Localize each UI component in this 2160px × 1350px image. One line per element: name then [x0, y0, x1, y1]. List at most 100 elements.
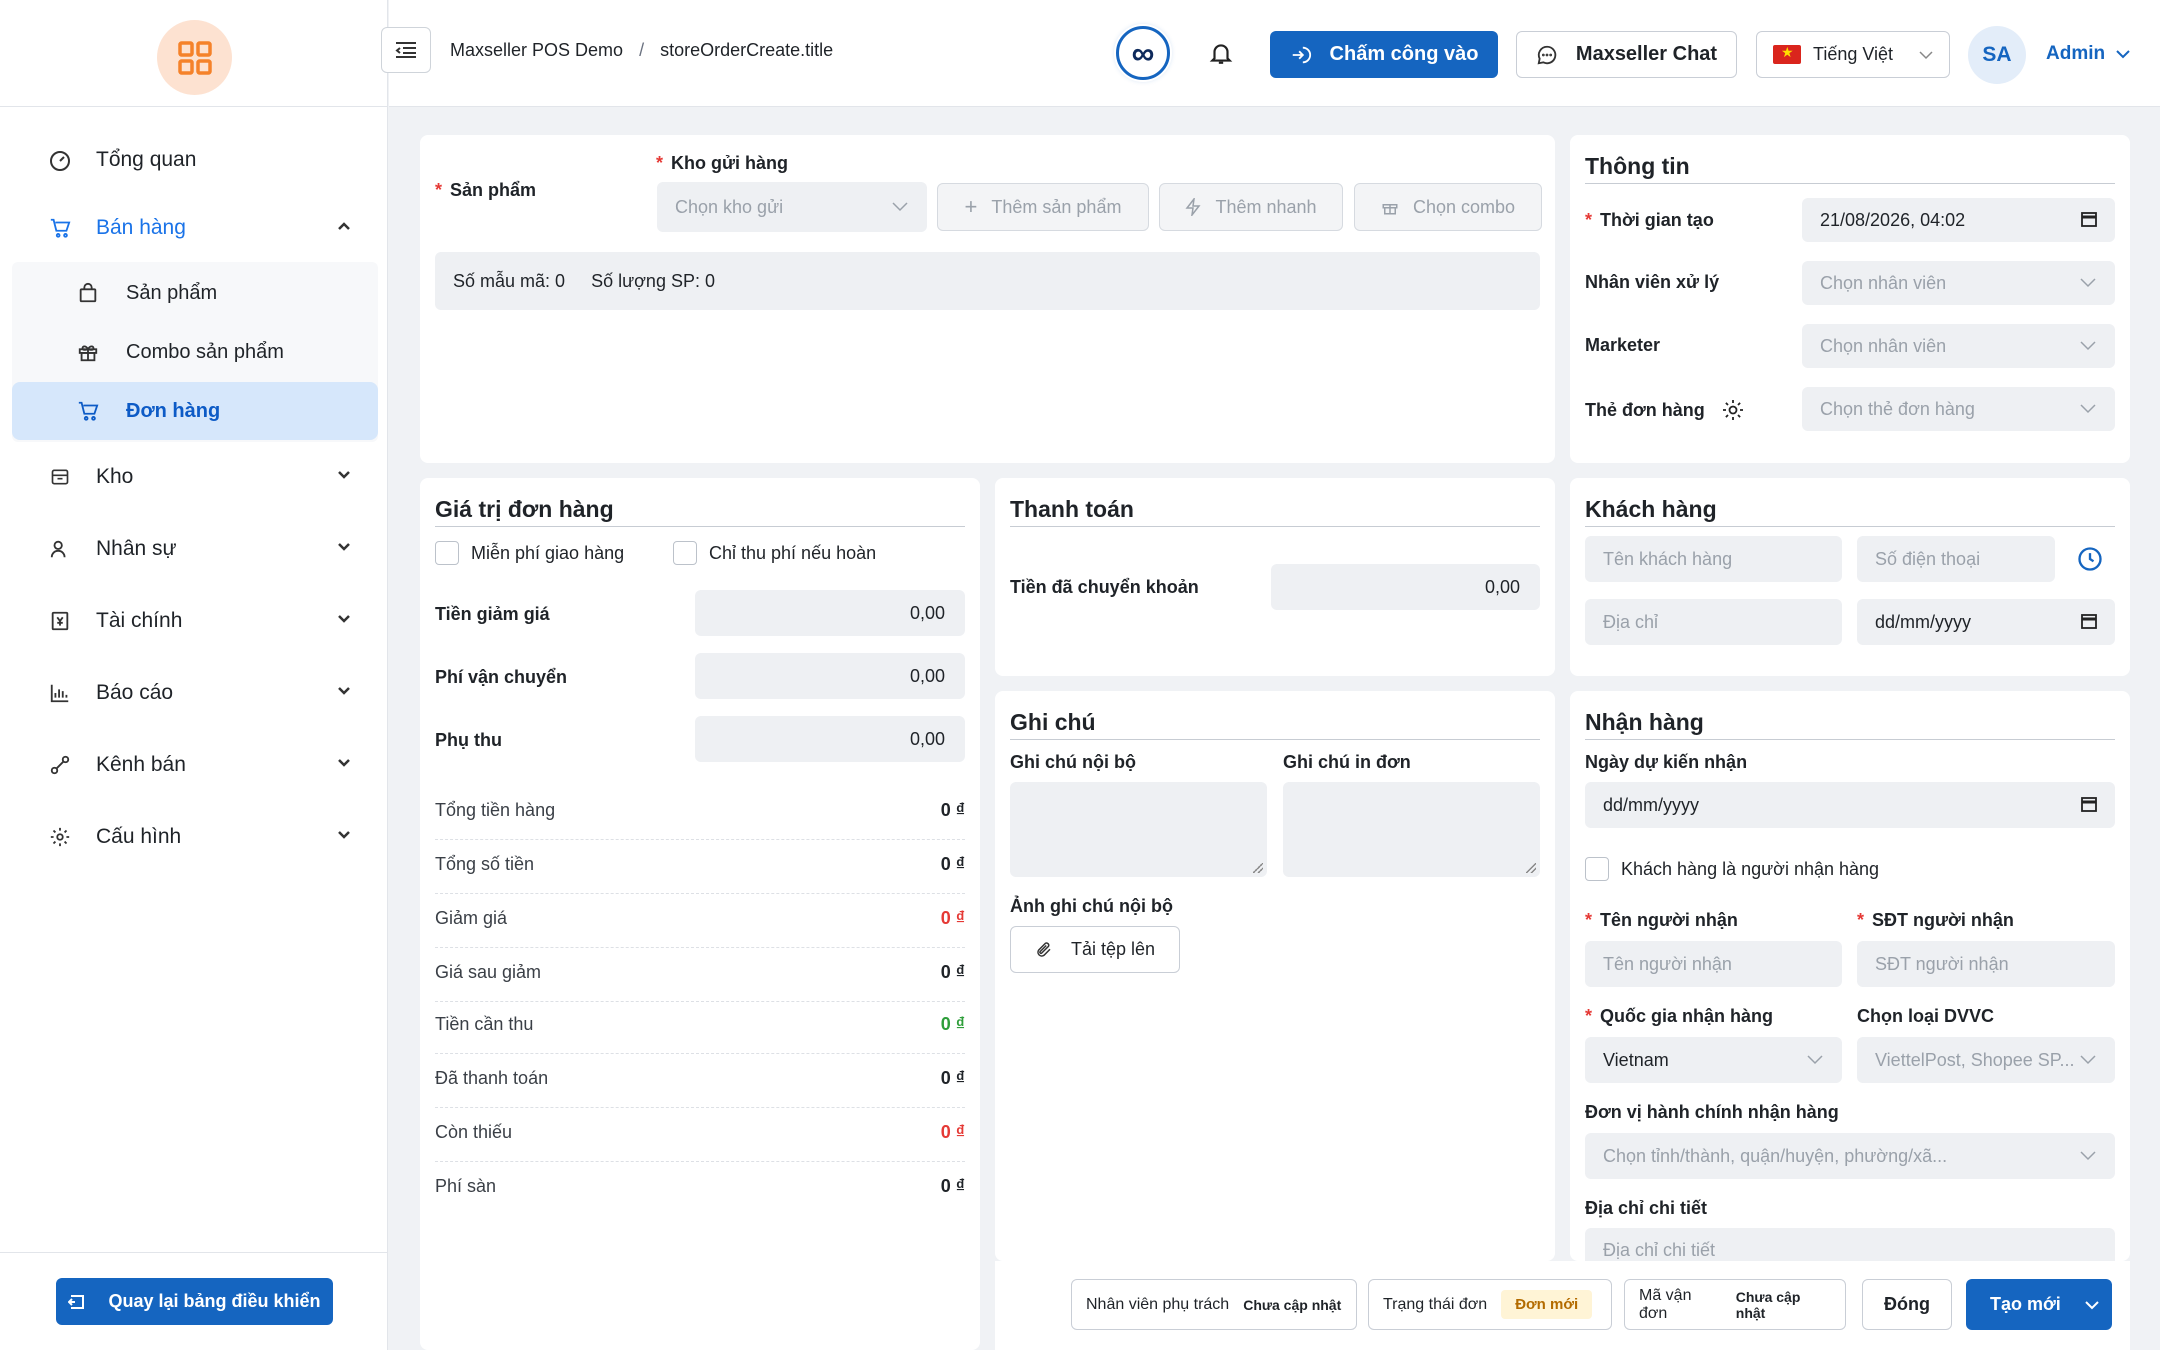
create-dropdown-chevron-icon[interactable]	[2072, 1279, 2112, 1330]
notification-bell-icon[interactable]	[1208, 40, 1236, 68]
internal-note-textarea[interactable]	[1010, 782, 1267, 877]
expected-date-input[interactable]: dd/mm/yyyy	[1585, 782, 2115, 828]
receive-title: Nhận hàng	[1585, 709, 1704, 735]
charge-on-return-checkbox[interactable]	[673, 541, 697, 565]
summary-row: Tổng tiền hàng 0 ₫	[435, 786, 965, 840]
receiver-name-input[interactable]: Tên người nhận	[1585, 941, 1842, 987]
sidebar-item-hr[interactable]: Nhân sự	[12, 521, 378, 577]
divider	[1585, 183, 2115, 184]
checkin-button[interactable]: Chấm công vào	[1270, 31, 1498, 78]
history-icon[interactable]	[2076, 545, 2104, 573]
back-to-dashboard-button[interactable]: Quay lại bảng điều khiển	[56, 1278, 333, 1325]
handler-select[interactable]: Chọn nhân viên	[1802, 261, 2115, 305]
create-button[interactable]: Tạo mới	[1966, 1279, 2112, 1330]
sidebar-item-channels[interactable]: Kênh bán	[12, 737, 378, 793]
expected-date-label: Ngày dự kiến nhận	[1585, 752, 1748, 772]
infinity-icon[interactable]: ∞	[1116, 26, 1170, 80]
sidebar-item-sales[interactable]: Bán hàng	[12, 200, 378, 256]
order-tag-select[interactable]: Chọn thẻ đơn hàng	[1802, 387, 2115, 431]
calendar-icon[interactable]	[2081, 613, 2097, 629]
sidebar-item-overview[interactable]: Tổng quan	[12, 132, 378, 188]
user-menu[interactable]: Admin	[2046, 43, 2131, 65]
language-select[interactable]: Tiếng Việt	[1756, 31, 1950, 78]
shipping-fee-label: Phí vận chuyển	[435, 667, 568, 687]
summary-row: Giảm giá 0 ₫	[435, 894, 965, 948]
admin-unit-select[interactable]: Chọn tỉnh/thành, quận/huyện, phường/xã..…	[1585, 1133, 2115, 1179]
box-icon	[46, 463, 74, 491]
chevron-down-icon	[338, 831, 350, 839]
transferred-label: Tiền đã chuyển khoản	[1010, 577, 1199, 597]
note-image-label: Ảnh ghi chú nội bộ	[1010, 896, 1173, 916]
sidebar-item-label: Bán hàng	[96, 216, 186, 239]
avatar[interactable]: SA	[1968, 26, 2026, 84]
chevron-down-icon	[2080, 404, 2096, 414]
customer-title: Khách hàng	[1585, 496, 1717, 522]
marketer-select[interactable]: Chọn nhân viên	[1802, 324, 2115, 368]
shipping-fee-input[interactable]: 0,00	[695, 653, 965, 699]
menu-toggle-button[interactable]	[381, 27, 431, 73]
customer-address-input[interactable]: Địa chỉ	[1585, 599, 1842, 645]
gear-icon[interactable]	[1721, 398, 1745, 422]
upload-file-button[interactable]: Tải tệp lên	[1010, 926, 1180, 973]
customer-dob-input[interactable]: dd/mm/yyyy	[1857, 599, 2115, 645]
plus-icon: +	[964, 194, 978, 219]
country-select[interactable]: Vietnam	[1585, 1037, 1842, 1083]
chart-icon	[46, 679, 74, 707]
surcharge-input[interactable]: 0,00	[695, 716, 965, 762]
created-time-input[interactable]: 21/08/2026, 04:02	[1802, 198, 2115, 242]
warehouse-label: * Kho gửi hàng	[656, 153, 789, 173]
chat-icon	[1537, 45, 1557, 64]
sidebar-item-settings[interactable]: Cấu hình	[12, 809, 378, 865]
marketer-label: Marketer	[1585, 335, 1661, 355]
cart-icon	[74, 397, 102, 425]
customer-phone-input[interactable]: Số điện thoại	[1857, 536, 2055, 582]
sidebar-item-finance[interactable]: Tài chính	[12, 593, 378, 649]
address-detail-label: Địa chỉ chi tiết	[1585, 1198, 1708, 1218]
divider	[1585, 739, 2115, 740]
order-status-field[interactable]: Trạng thái đơn Đơn mới	[1368, 1279, 1612, 1330]
sidebar-item-reports[interactable]: Báo cáo	[12, 665, 378, 721]
quick-add-button[interactable]: Thêm nhanh	[1159, 183, 1343, 231]
vietnam-flag-icon	[1773, 44, 1801, 64]
customer-name-input[interactable]: Tên khách hàng	[1585, 536, 1842, 582]
sidebar-item-warehouse[interactable]: Kho	[12, 449, 378, 505]
gift-icon	[74, 338, 102, 366]
discount-input[interactable]: 0,00	[695, 590, 965, 636]
sku-count: Số mẫu mã: 0	[453, 270, 566, 291]
gift-icon	[1382, 204, 1398, 215]
sidebar-item-label: Nhân sự	[96, 537, 177, 560]
assigned-staff-field[interactable]: Nhân viên phụ trách Chưa cập nhật	[1071, 1279, 1357, 1330]
address-detail-input[interactable]: Địa chỉ chi tiết	[1585, 1228, 2115, 1261]
breadcrumb: Maxseller POS Demo / storeOrderCreate.ti…	[450, 40, 833, 61]
gear-icon	[46, 823, 74, 851]
admin-unit-label: Đơn vị hành chính nhận hàng	[1585, 1102, 1839, 1122]
breadcrumb-item[interactable]: Maxseller POS Demo	[450, 40, 623, 61]
chevron-down-icon	[1807, 1055, 1823, 1065]
quantity-count: Số lượng SP: 0	[591, 270, 715, 291]
same-as-customer-checkbox[interactable]	[1585, 857, 1609, 881]
calendar-icon[interactable]	[2081, 796, 2097, 812]
calendar-icon[interactable]	[2081, 211, 2097, 227]
summary-row: Giá sau giảm 0 ₫	[435, 948, 965, 1002]
chat-button[interactable]: Maxseller Chat	[1516, 31, 1737, 78]
chevron-down-icon	[338, 759, 350, 767]
app-logo-icon[interactable]	[157, 20, 232, 95]
summary-row: Đã thanh toán 0 ₫	[435, 1054, 965, 1108]
transferred-input[interactable]: 0,00	[1271, 564, 1540, 610]
sidebar-subitem-combo[interactable]: Combo sản phẩm	[12, 323, 378, 381]
close-button[interactable]: Đóng	[1862, 1279, 1952, 1330]
summary-row: Tổng số tiền 0 ₫	[435, 840, 965, 894]
tracking-code-field[interactable]: Mã vận đơn Chưa cập nhật	[1624, 1279, 1846, 1330]
chevron-down-icon	[2080, 341, 2096, 351]
receiver-phone-input[interactable]: SĐT người nhận	[1857, 941, 2115, 987]
choose-combo-button[interactable]: Chọn combo	[1354, 183, 1542, 231]
sidebar-subitem-orders[interactable]: Đơn hàng	[12, 382, 378, 440]
warehouse-select[interactable]: Chọn kho gửi	[657, 182, 927, 232]
add-product-button[interactable]: + Thêm sản phẩm	[937, 183, 1149, 231]
finance-icon	[46, 607, 74, 635]
free-shipping-checkbox[interactable]	[435, 541, 459, 565]
sidebar-subitem-products[interactable]: Sản phẩm	[12, 264, 378, 322]
carrier-select[interactable]: ViettelPost, Shopee SP...	[1857, 1037, 2115, 1083]
chevron-down-icon	[2080, 278, 2096, 288]
print-note-textarea[interactable]	[1283, 782, 1540, 877]
